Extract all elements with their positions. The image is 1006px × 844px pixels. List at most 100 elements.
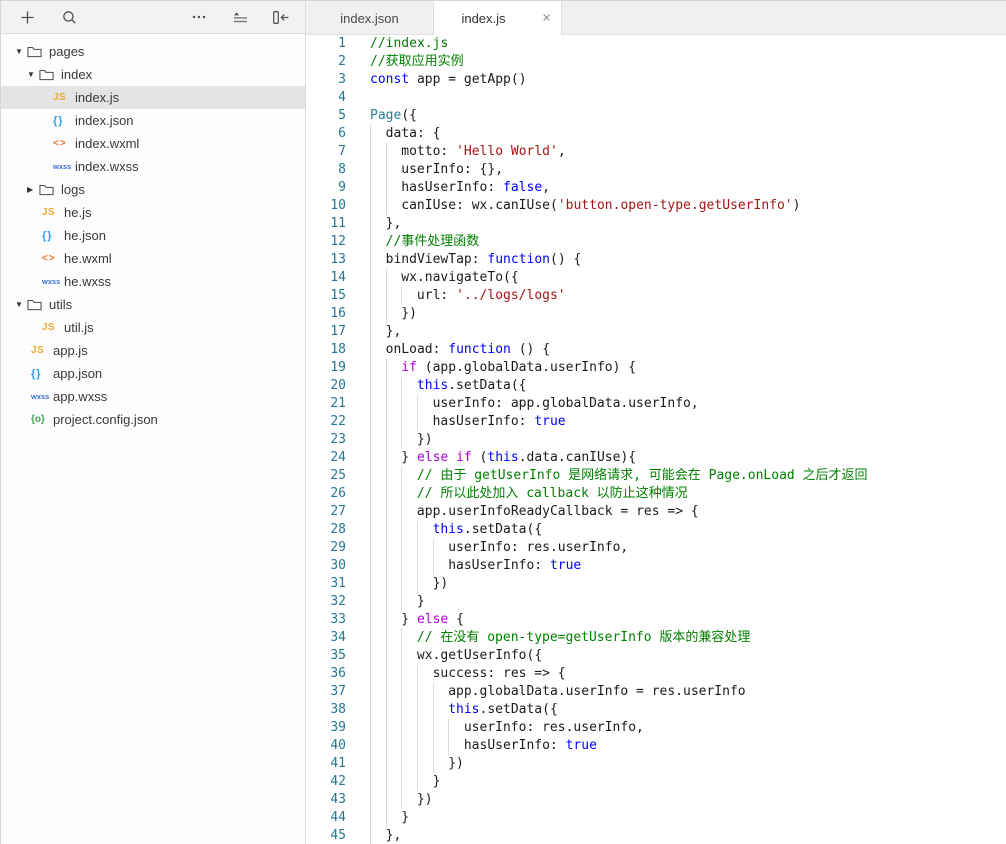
- folder-label: pages: [49, 44, 84, 59]
- indent-guide: [417, 539, 433, 557]
- tree-item-index.wxss[interactable]: wxssindex.wxss: [1, 155, 305, 178]
- indent-guide: [370, 611, 386, 629]
- code-line: 25// 由于 getUserInfo 是网络请求, 可能会在 Page.onL…: [306, 467, 1006, 485]
- tree-item-index.wxml[interactable]: <>index.wxml: [1, 132, 305, 155]
- file-label: app.wxss: [53, 389, 107, 404]
- code-line: 38this.setData({: [306, 701, 1006, 719]
- line-number: 43: [306, 791, 346, 809]
- tree-item-index[interactable]: ▼index: [1, 63, 305, 86]
- ellipsis-icon: [191, 9, 207, 25]
- indent-guide: [370, 395, 386, 413]
- code-line: 32}: [306, 593, 1006, 611]
- indent-guide: [370, 269, 386, 287]
- indent-guide: [417, 755, 433, 773]
- line-number: 7: [306, 143, 346, 161]
- js-file-icon: JS: [42, 207, 62, 218]
- line-number: 36: [306, 665, 346, 683]
- more-button[interactable]: [189, 7, 209, 27]
- indent-guide: [401, 557, 417, 575]
- tree-item-util.js[interactable]: JSutil.js: [1, 316, 305, 339]
- file-label: he.wxml: [64, 251, 112, 266]
- indent-guide: [433, 719, 449, 737]
- line-number: 12: [306, 233, 346, 251]
- tree-item-utils[interactable]: ▼utils: [1, 293, 305, 316]
- indent-guide: [386, 287, 402, 305]
- close-tab-icon[interactable]: ×: [542, 11, 551, 26]
- tree-item-he.wxml[interactable]: <>he.wxml: [1, 247, 305, 270]
- indent-guide: [370, 665, 386, 683]
- tab-index.json[interactable]: index.json: [306, 1, 434, 35]
- chevron-down-icon[interactable]: ▼: [15, 48, 27, 56]
- tab-label: index.json: [340, 11, 399, 26]
- chevron-right-icon[interactable]: ▶: [27, 186, 39, 194]
- search-icon: [61, 9, 78, 26]
- indent-guide: [417, 395, 433, 413]
- line-number: 38: [306, 701, 346, 719]
- indent-guide: [370, 359, 386, 377]
- indent-guide: [370, 521, 386, 539]
- indent-guide: [386, 683, 402, 701]
- tree-item-app.js[interactable]: JSapp.js: [1, 339, 305, 362]
- indent-guide: [370, 647, 386, 665]
- indent-guide: [386, 737, 402, 755]
- file-explorer-panel: ▼ pages ▼indexJSindex.js{}index.json<>inde…: [1, 1, 306, 844]
- indent-guide: [386, 377, 402, 395]
- code-line: 34// 在没有 open-type=getUserInfo 版本的兼容处理: [306, 629, 1006, 647]
- indent-guide: [370, 305, 386, 323]
- tree-item-logs[interactable]: ▶ logs: [1, 178, 305, 201]
- line-number: 21: [306, 395, 346, 413]
- indent-guide: [370, 251, 386, 269]
- code-editor[interactable]: 1//index.js2//获取应用实例3const app = getApp(…: [306, 35, 1006, 844]
- tree-item-app.wxss[interactable]: wxssapp.wxss: [1, 385, 305, 408]
- line-number: 11: [306, 215, 346, 233]
- indent-guide: [417, 665, 433, 683]
- chevron-down-icon[interactable]: ▼: [27, 71, 39, 79]
- code-line: 30hasUserInfo: true: [306, 557, 1006, 575]
- tree-item-he.json[interactable]: {}he.json: [1, 224, 305, 247]
- line-number: 15: [306, 287, 346, 305]
- tree-item-index.json[interactable]: {}index.json: [1, 109, 305, 132]
- indent-guide: [370, 575, 386, 593]
- tree-item-index.js[interactable]: JSindex.js: [1, 86, 305, 109]
- chevron-down-icon[interactable]: ▼: [15, 301, 27, 309]
- add-file-button[interactable]: [17, 7, 37, 27]
- tree-item-he.js[interactable]: JShe.js: [1, 201, 305, 224]
- code-line: 44}: [306, 809, 1006, 827]
- indent-guide: [386, 755, 402, 773]
- tree-item-he.wxss[interactable]: wxsshe.wxss: [1, 270, 305, 293]
- indent-guide: [386, 809, 402, 827]
- collapse-all-button[interactable]: [230, 7, 250, 27]
- indent-guide: [401, 683, 417, 701]
- search-button[interactable]: [59, 7, 79, 27]
- indent-guide: [386, 575, 402, 593]
- indent-guide: [370, 287, 386, 305]
- indent-guide: [370, 539, 386, 557]
- indent-guide: [417, 737, 433, 755]
- indent-guide: [417, 557, 433, 575]
- tree-item-project.config.json[interactable]: {o}project.config.json: [1, 408, 305, 431]
- indent-guide: [386, 431, 402, 449]
- tree-item-pages[interactable]: ▼ pages: [1, 40, 305, 63]
- indent-guide: [370, 449, 386, 467]
- indent-guide: [417, 575, 433, 593]
- line-number: 41: [306, 755, 346, 773]
- indent-guide: [401, 575, 417, 593]
- line-number: 31: [306, 575, 346, 593]
- code-line: 13bindViewTap: function() {: [306, 251, 1006, 269]
- tab-index.js[interactable]: index.js×: [434, 1, 562, 35]
- indent-guide: [401, 665, 417, 683]
- editor-tab-bar: index.json index.js×: [306, 1, 1006, 35]
- indent-guide: [433, 737, 449, 755]
- line-number: 28: [306, 521, 346, 539]
- code-line: 39userInfo: res.userInfo,: [306, 719, 1006, 737]
- code-line: 18onLoad: function () {: [306, 341, 1006, 359]
- folder-label: logs: [61, 182, 85, 197]
- line-number: 25: [306, 467, 346, 485]
- indent-guide: [370, 431, 386, 449]
- plus-icon: [19, 9, 36, 26]
- indent-guide: [370, 827, 386, 844]
- indent-guide: [370, 215, 386, 233]
- collapse-sidebar-button[interactable]: [271, 7, 291, 27]
- line-number: 33: [306, 611, 346, 629]
- tree-item-app.json[interactable]: {}app.json: [1, 362, 305, 385]
